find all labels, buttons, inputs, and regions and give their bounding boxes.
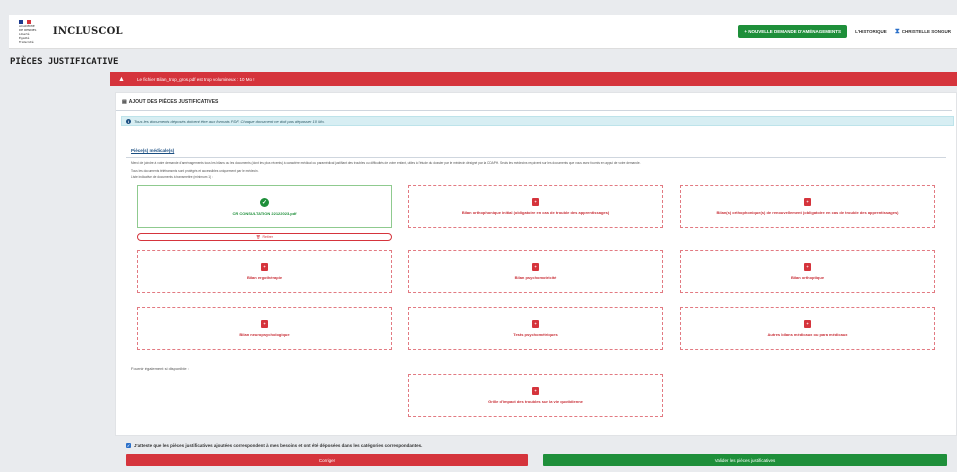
medical-privacy-note: Tous les documents télétransmis sont pro…: [131, 169, 259, 173]
pdf-icon: +: [532, 198, 539, 206]
upload-tile-bilan-orthophonique-initial[interactable]: + Bilan orthophonique initial (obligatoi…: [408, 185, 663, 228]
medical-list-intro: Liste indicative de documents à transmet…: [131, 175, 213, 179]
trash-icon: 🗑: [256, 235, 261, 239]
pdf-icon: +: [261, 263, 268, 271]
pdf-icon: +: [804, 263, 811, 271]
remove-label: Retirer: [262, 235, 273, 239]
medical-section-title: Pièce(s) médicale(s): [131, 148, 175, 153]
pdf-icon: +: [532, 387, 539, 395]
tile-label: Bilan orthoptique: [790, 275, 825, 280]
pdf-icon: +: [532, 263, 539, 271]
info-text: Tous les documents déposés doivent être …: [134, 118, 325, 124]
pdf-icon: +: [804, 320, 811, 328]
attestation-checkbox-row[interactable]: ✓ J'atteste que les pièces justificative…: [126, 443, 422, 448]
org-line-5: Fraternité: [19, 39, 34, 44]
history-link[interactable]: L'HISTORIQUE: [855, 29, 887, 34]
alert-message: Le fichier Bilan_trop_gros.pdf est trop …: [136, 76, 255, 82]
info-icon: i: [126, 118, 131, 124]
upload-tile-tests-psychometriques[interactable]: + Tests psychométriques: [408, 307, 663, 350]
upload-tile-bilan-psychomotricite[interactable]: + Bilan psychomotricité: [408, 250, 663, 293]
tile-label: Bilan neuropsychologique: [239, 332, 290, 337]
user-menu[interactable]: ⧗ CHRISTELLE SONGUR: [895, 28, 951, 36]
history-label: L'HISTORIQUE: [855, 29, 887, 34]
attestation-label: J'atteste que les pièces justificatives …: [134, 443, 423, 448]
divider: [126, 157, 946, 158]
remove-button[interactable]: 🗑 Retirer: [137, 233, 392, 241]
error-alert: ▲ Le fichier Bilan_trop_gros.pdf est tro…: [110, 72, 957, 86]
hourglass-icon: ⧗: [894, 27, 900, 35]
upload-tile-cr-consultation[interactable]: ✓ CR CONSULTATION 22122023.pdf: [137, 185, 392, 228]
documents-card: ▤ AJOUT DES PIÈCES JUSTIFICATIVES i Tous…: [115, 92, 957, 436]
top-bar: ACADÉMIE DE RENNES Liberté Égalité Frate…: [9, 15, 957, 49]
upload-tile-autres-bilans[interactable]: + Autres bilans médicaux ou para médicau…: [680, 307, 935, 350]
check-icon: ✓: [260, 197, 269, 207]
tile-label: Bilan psychomotricité: [514, 275, 557, 280]
medical-description: Merci de joindre à votre demande d'aména…: [131, 161, 641, 165]
tile-label: Bilan orthophonique initial (obligatoire…: [461, 210, 610, 215]
marianne-logo: ACADÉMIE DE RENNES Liberté Égalité Frate…: [19, 19, 45, 44]
section-title: ▤ AJOUT DES PIÈCES JUSTIFICATIVES: [122, 99, 218, 105]
checkbox-checked-icon[interactable]: ✓: [126, 443, 131, 448]
info-box: i Tous les documents déposés doivent êtr…: [121, 116, 954, 126]
upload-tile-grille-impact[interactable]: + Grille d'impact des troubles sur la vi…: [408, 374, 663, 417]
tile-label: Bilan(s) orthophonique(s) de renouvellem…: [716, 210, 899, 215]
pdf-icon: +: [532, 320, 539, 328]
tile-label: Autres bilans médicaux ou para médicaux: [767, 332, 848, 337]
upload-tile-bilan-neuropsychologique[interactable]: + Bilan neuropsychologique: [137, 307, 392, 350]
tile-label: Grille d'impact des troubles sur la vie …: [488, 399, 583, 404]
divider: [116, 110, 952, 111]
upload-tile-bilan-orthoptique[interactable]: + Bilan orthoptique: [680, 250, 935, 293]
warning-icon: ▲: [118, 75, 125, 83]
tile-label: CR CONSULTATION 22122023.pdf: [232, 210, 297, 216]
new-request-button[interactable]: + NOUVELLE DEMANDE D'AMÉNAGEMENTS: [738, 25, 848, 38]
tile-label: Tests psychométriques: [513, 332, 558, 337]
document-icon: ▤: [122, 99, 127, 105]
flag-icon: [19, 19, 31, 24]
page-title: PIÈCES JUSTIFICATIVE: [10, 57, 119, 67]
tile-label: Bilan ergothérapie: [246, 275, 283, 280]
section-title-label: AJOUT DES PIÈCES JUSTIFICATIVES: [128, 99, 219, 105]
validate-button[interactable]: Valider les pièces justificatives: [543, 454, 947, 466]
user-name: CHRISTELLE SONGUR: [901, 29, 951, 34]
also-provide-label: Fournir également si disponible :: [131, 366, 189, 371]
correct-button[interactable]: Corriger: [126, 454, 528, 466]
pdf-icon: +: [261, 320, 268, 328]
brand-name[interactable]: INCLUSCOL: [53, 26, 123, 37]
upload-tile-bilan-ergotherapie[interactable]: + Bilan ergothérapie: [137, 250, 392, 293]
pdf-icon: +: [804, 198, 811, 206]
upload-tile-bilan-orthophonique-renouvellement[interactable]: + Bilan(s) orthophonique(s) de renouvell…: [680, 185, 935, 228]
